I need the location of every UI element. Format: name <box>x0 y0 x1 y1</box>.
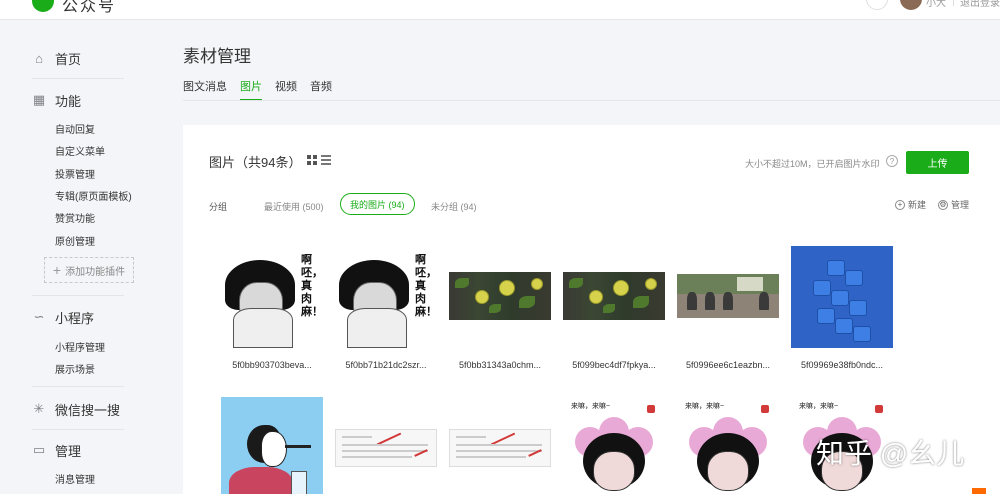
sidebar-group-search[interactable]: ✳ 微信搜一搜 <box>32 399 120 419</box>
sticker-text: 来嘛，来嘛~ <box>571 403 611 410</box>
add-plugin-button[interactable]: + 添加功能插件 <box>44 257 134 283</box>
image-thumbnail[interactable]: 来嘛，来嘛~ <box>677 397 779 494</box>
upload-hint: 大小不超过10M，已开启图片水印 <box>745 159 880 169</box>
image-caption: 5f09969e38fb0ndc... <box>800 360 884 370</box>
help-icon[interactable]: ? <box>886 155 898 167</box>
avatar[interactable] <box>900 0 922 10</box>
home-icon: ⌂ <box>35 50 43 66</box>
sticker-text: 来嘛，来嘛~ <box>685 403 725 410</box>
filter-ungrouped[interactable]: 未分组 (94) <box>431 200 477 213</box>
divider <box>32 78 124 79</box>
image-thumbnail[interactable]: 来嘛，来嘛~ <box>563 397 665 494</box>
notification-icon[interactable] <box>866 0 888 10</box>
image-thumbnail[interactable] <box>563 246 665 348</box>
gear-icon: ⚙ <box>938 199 948 210</box>
group-label: 分组 <box>209 202 228 212</box>
image-thumbnail[interactable] <box>791 246 893 348</box>
sidebar-item-miniprogram-manage[interactable]: 小程序管理 <box>55 339 105 354</box>
image-thumbnail[interactable] <box>677 246 779 348</box>
sidebar-group-label: 功能 <box>55 93 82 109</box>
corner-badge <box>972 488 986 494</box>
sidebar-group-label: 管理 <box>55 443 82 459</box>
logo-text: 公众号 <box>62 0 117 15</box>
new-group-button[interactable]: + 新建 <box>895 198 926 211</box>
manage-group-button[interactable]: ⚙ 管理 <box>938 198 969 211</box>
tab-articles[interactable]: 图文消息 <box>183 79 227 101</box>
image-caption: 5f0bb71b21dc2szr... <box>345 360 427 370</box>
grid-view-icon[interactable] <box>307 155 317 165</box>
image-thumbnail[interactable]: 啊呸，真肉麻！ <box>221 246 323 348</box>
top-header: 公众号 小大 退出登录 <box>0 0 1000 20</box>
sidebar-item-original[interactable]: 原创管理 <box>55 233 95 248</box>
plus-circle-icon: + <box>895 199 905 210</box>
sidebar-group-label: 小程序 <box>55 310 95 326</box>
filter-recent[interactable]: 最近使用 (500) <box>264 200 324 213</box>
sidebar: ⌂ 首页 ▦ 功能 自动回复 自定义菜单 投票管理 专辑(原页面模板) 赞赏功能… <box>0 21 150 494</box>
grid-icon: ▦ <box>32 92 46 107</box>
logout-link[interactable]: 退出登录 <box>960 0 1000 9</box>
manage-group-label: 管理 <box>951 200 970 210</box>
upload-button[interactable]: 上传 <box>906 151 969 174</box>
sidebar-item-home[interactable]: ⌂ 首页 <box>32 48 81 68</box>
panel-title: 图片（共94条） <box>209 155 302 170</box>
inbox-icon: ▭ <box>32 442 46 457</box>
image-thumbnail[interactable] <box>449 246 551 348</box>
page-title: 素材管理 <box>183 47 251 66</box>
sidebar-item-messages[interactable]: 消息管理 <box>55 471 95 486</box>
divider <box>953 0 954 6</box>
sidebar-group-miniprogram[interactable]: ∽ 小程序 <box>32 307 94 327</box>
new-group-label: 新建 <box>908 200 927 210</box>
sidebar-item-custom-menu[interactable]: 自定义菜单 <box>55 143 105 158</box>
divider <box>32 386 124 387</box>
meme-text: 啊呸，真肉麻！ <box>301 254 323 318</box>
sidebar-group-features[interactable]: ▦ 功能 <box>32 90 81 110</box>
image-thumbnail[interactable]: 啊呸，真肉麻！ <box>335 246 437 348</box>
image-caption: 5f099bec4df7fpkya... <box>572 360 656 370</box>
image-caption: 5f0bb903703beva... <box>232 360 312 370</box>
meme-text: 啊呸，真肉麻！ <box>415 254 437 318</box>
tab-audio[interactable]: 音频 <box>310 79 332 101</box>
divider <box>183 100 1000 101</box>
image-caption: 5f0bb31343a0chm... <box>458 360 542 370</box>
sidebar-item-vote[interactable]: 投票管理 <box>55 166 95 181</box>
list-view-icon[interactable] <box>321 155 331 165</box>
sidebar-item-reward[interactable]: 赞赏功能 <box>55 210 95 225</box>
wechat-logo-icon <box>32 0 54 12</box>
sticker-text: 来嘛，来嘛~ <box>799 403 839 410</box>
divider <box>32 429 124 430</box>
add-plugin-label: 添加功能插件 <box>65 266 126 278</box>
user-name[interactable]: 小大 <box>926 0 946 9</box>
sidebar-group-manage[interactable]: ▭ 管理 <box>32 440 81 460</box>
image-thumbnail[interactable] <box>335 397 437 494</box>
sidebar-group-label: 微信搜一搜 <box>55 402 121 418</box>
image-thumbnail[interactable] <box>221 397 323 494</box>
image-thumbnail[interactable] <box>449 397 551 494</box>
plus-icon: + <box>52 262 62 278</box>
zhihu-watermark: 知乎 @幺儿 <box>816 438 965 469</box>
search-spark-icon: ✳ <box>33 401 45 416</box>
miniprogram-icon: ∽ <box>33 309 45 324</box>
filter-my-images[interactable]: 我的图片 (94) <box>340 193 415 215</box>
tab-images[interactable]: 图片 <box>240 79 262 101</box>
sidebar-item-album[interactable]: 专辑(原页面模板) <box>55 188 132 203</box>
sidebar-item-label: 首页 <box>55 51 82 67</box>
image-caption: 5f0996ee6c1eazbn... <box>685 360 771 370</box>
tab-videos[interactable]: 视频 <box>275 79 297 101</box>
sidebar-item-scenes[interactable]: 展示场景 <box>55 361 95 376</box>
material-tabs: 图文消息 图片 视频 音频 <box>183 79 345 101</box>
sidebar-item-auto-reply[interactable]: 自动回复 <box>55 121 95 136</box>
divider <box>32 295 124 296</box>
